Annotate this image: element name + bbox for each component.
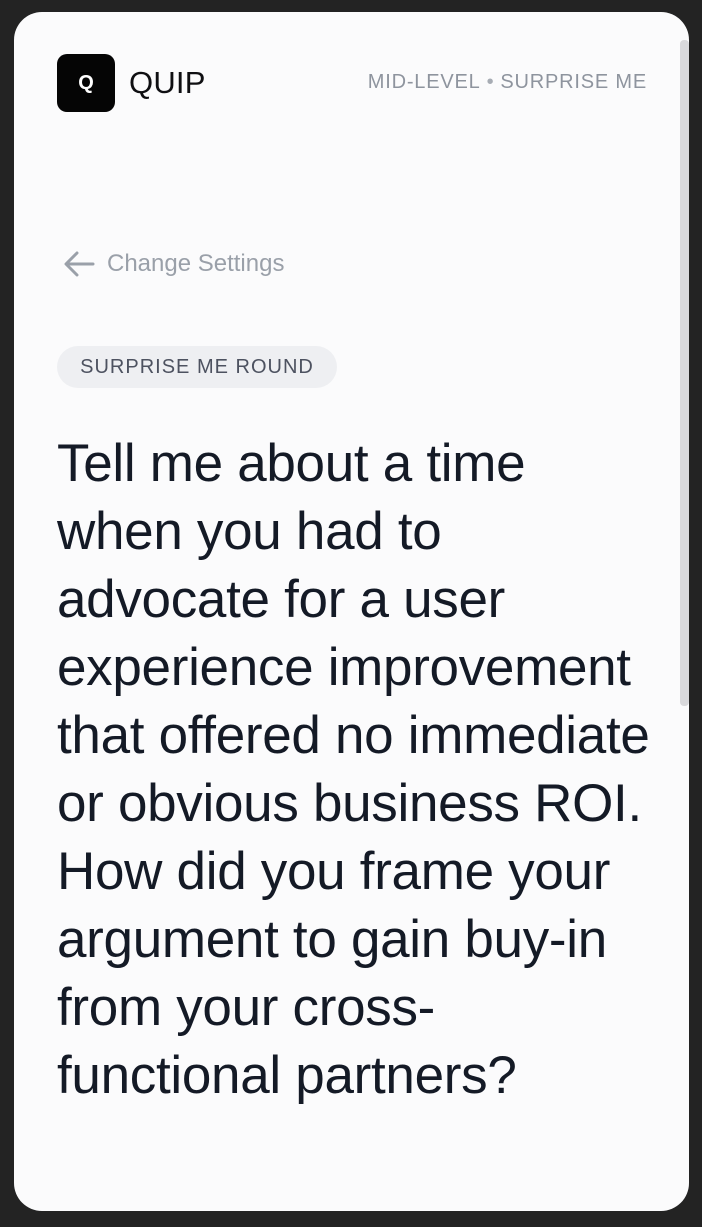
header: Q QUIP MID-LEVEL • SURPRISE ME <box>57 54 647 112</box>
mode-label: SURPRISE ME <box>500 71 647 93</box>
app-name: QUIP <box>129 65 206 100</box>
question-card: Q QUIP MID-LEVEL • SURPRISE ME Change Sett… <box>14 12 689 1211</box>
logo-letter: Q <box>78 71 94 94</box>
change-settings-link[interactable]: Change Settings <box>63 248 284 280</box>
round-badge: SURPRISE ME ROUND <box>57 346 337 388</box>
level-label: MID-LEVEL <box>367 71 481 93</box>
change-settings-label: Change Settings <box>107 250 285 277</box>
session-meta: MID-LEVEL • SURPRISE ME <box>368 71 647 94</box>
app-frame: Q QUIP MID-LEVEL • SURPRISE ME Change Sett… <box>0 0 702 1227</box>
scrollbar[interactable] <box>680 40 689 706</box>
logo-mark: Q <box>57 54 115 112</box>
arrow-left-icon <box>63 250 95 278</box>
separator-dot: • <box>486 71 495 93</box>
question-text: Tell me about a time when you had to adv… <box>57 434 650 1105</box>
